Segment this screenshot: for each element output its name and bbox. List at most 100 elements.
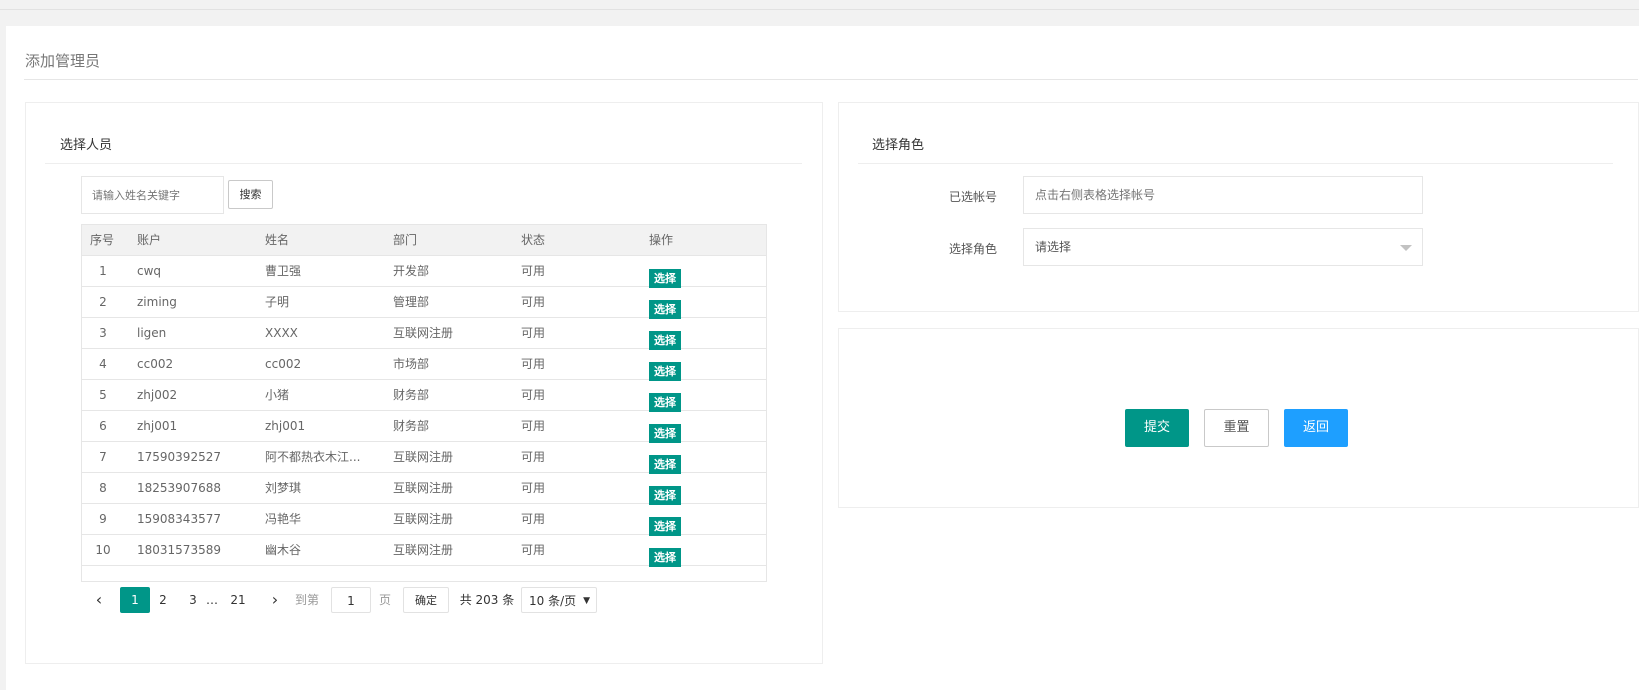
select-row-button[interactable]: 选择 bbox=[649, 300, 681, 319]
select-row-button[interactable]: 选择 bbox=[649, 362, 681, 381]
select-row-button[interactable]: 选择 bbox=[649, 455, 681, 474]
col-header-index: 序号 bbox=[90, 233, 115, 247]
top-bar bbox=[0, 0, 1639, 10]
role-select-value: 请选择 bbox=[1035, 240, 1072, 254]
person-table: 序号 账户 姓名 部门 状态 操作 1 cwq 曹卫强 开发部 可用 选择 2 ziming 子… bbox=[81, 224, 767, 582]
row-status: 可用 bbox=[521, 481, 546, 495]
row-index: 5 bbox=[99, 388, 107, 402]
row-status: 可用 bbox=[521, 357, 546, 371]
table-row: 8 18253907688 刘梦琪 互联网注册 可用 选择 bbox=[82, 473, 766, 505]
name-search-input[interactable] bbox=[81, 176, 224, 214]
select-row-button[interactable]: 选择 bbox=[649, 517, 681, 536]
goto-prefix: 到第 bbox=[294, 593, 319, 607]
panel-divider bbox=[45, 163, 802, 164]
select-person-heading: 选择人员 bbox=[60, 138, 113, 153]
page-last[interactable]: 21 bbox=[227, 587, 249, 613]
col-header-status: 状态 bbox=[521, 233, 546, 247]
select-row-button[interactable]: 选择 bbox=[649, 269, 681, 288]
row-dept: 互联网注册 bbox=[393, 481, 454, 495]
col-header-dept: 部门 bbox=[393, 233, 418, 247]
row-index: 8 bbox=[99, 481, 107, 495]
row-name: zhj001 bbox=[265, 419, 306, 433]
row-name: 小猪 bbox=[265, 388, 290, 402]
row-dept: 开发部 bbox=[393, 264, 430, 278]
search-button[interactable]: 搜索 bbox=[228, 180, 273, 209]
select-row-button[interactable]: 选择 bbox=[649, 486, 681, 505]
row-index: 1 bbox=[99, 264, 107, 278]
table-row: 6 zhj001 zhj001 财务部 可用 选择 bbox=[82, 411, 766, 443]
row-dept: 财务部 bbox=[393, 419, 430, 433]
page-size-value: 10 条/页 bbox=[529, 594, 577, 608]
row-name: 幽木谷 bbox=[265, 543, 302, 557]
page-3[interactable]: 3 bbox=[184, 587, 202, 613]
row-account: zhj001 bbox=[137, 419, 178, 433]
row-status: 可用 bbox=[521, 512, 546, 526]
row-account: cwq bbox=[137, 264, 162, 278]
select-row-button[interactable]: 选择 bbox=[649, 548, 681, 567]
row-account: zhj002 bbox=[137, 388, 178, 402]
role-select[interactable]: 请选择 bbox=[1023, 228, 1423, 266]
select-row-button[interactable]: 选择 bbox=[649, 393, 681, 412]
goto-confirm-button[interactable]: 确定 bbox=[403, 587, 449, 613]
row-action-cell: 选择 bbox=[649, 542, 681, 572]
chevron-left-icon[interactable]: ‹ bbox=[91, 587, 107, 613]
table-row: 5 zhj002 小猪 财务部 可用 选择 bbox=[82, 380, 766, 412]
row-dept: 互联网注册 bbox=[393, 543, 454, 557]
caret-down-icon: ▼ bbox=[583, 596, 590, 606]
goto-suffix: 页 bbox=[378, 593, 391, 607]
row-status: 可用 bbox=[521, 419, 546, 433]
row-name: 刘梦琪 bbox=[265, 481, 302, 495]
row-status: 可用 bbox=[521, 264, 546, 278]
row-name: 曹卫强 bbox=[265, 264, 302, 278]
panel-divider bbox=[858, 163, 1613, 164]
pagination: ‹ 1 2 3 … 21 › 到第 1 页 确定 共 203 条 10 条/页 … bbox=[81, 587, 767, 617]
row-name: 子明 bbox=[265, 295, 290, 309]
selected-account-label: 已选帐号 bbox=[948, 190, 997, 204]
col-header-action: 操作 bbox=[649, 233, 674, 247]
reset-button[interactable]: 重置 bbox=[1204, 409, 1269, 447]
select-row-button[interactable]: 选择 bbox=[649, 331, 681, 350]
table-row: 2 ziming 子明 管理部 可用 选择 bbox=[82, 287, 766, 319]
chevron-right-icon[interactable]: › bbox=[267, 587, 283, 613]
row-status: 可用 bbox=[521, 388, 546, 402]
title-divider bbox=[24, 79, 1638, 80]
row-dept: 市场部 bbox=[393, 357, 430, 371]
role-label: 选择角色 bbox=[948, 242, 997, 256]
row-account: 15908343577 bbox=[137, 512, 221, 526]
caret-down-icon bbox=[1400, 245, 1412, 251]
select-role-heading: 选择角色 bbox=[872, 138, 925, 153]
row-account: 17590392527 bbox=[137, 450, 221, 464]
row-index: 4 bbox=[99, 357, 107, 371]
table-row: 7 17590392527 阿不都热衣木江... 互联网注册 可用 选择 bbox=[82, 442, 766, 474]
table-row: 10 18031573589 幽木谷 互联网注册 可用 选择 bbox=[82, 535, 766, 567]
table-row: 3 ligen XXXX 互联网注册 可用 选择 bbox=[82, 318, 766, 350]
page-1[interactable]: 1 bbox=[120, 587, 150, 613]
table-row: 1 cwq 曹卫强 开发部 可用 选择 bbox=[82, 256, 766, 288]
row-name: cc002 bbox=[265, 357, 302, 371]
row-status: 可用 bbox=[521, 326, 546, 340]
pager-ellipsis: … bbox=[206, 593, 218, 607]
row-dept: 财务部 bbox=[393, 388, 430, 402]
col-header-name: 姓名 bbox=[265, 233, 290, 247]
row-account: 18253907688 bbox=[137, 481, 221, 495]
total-count: 共 203 条 bbox=[459, 593, 515, 607]
back-button[interactable]: 返回 bbox=[1284, 409, 1348, 447]
row-index: 9 bbox=[99, 512, 107, 526]
row-account: 18031573589 bbox=[137, 543, 221, 557]
row-account: ziming bbox=[137, 295, 177, 309]
row-name: 冯艳华 bbox=[265, 512, 302, 526]
row-name: 阿不都热衣木江... bbox=[265, 450, 361, 464]
row-status: 可用 bbox=[521, 450, 546, 464]
table-row: 4 cc002 cc002 市场部 可用 选择 bbox=[82, 349, 766, 381]
row-status: 可用 bbox=[521, 543, 546, 557]
page-title: 添加管理员 bbox=[25, 52, 101, 70]
page-2[interactable]: 2 bbox=[154, 587, 172, 613]
goto-page-input[interactable]: 1 bbox=[331, 587, 371, 613]
row-index: 7 bbox=[99, 450, 107, 464]
table-row: 9 15908343577 冯艳华 互联网注册 可用 选择 bbox=[82, 504, 766, 536]
row-dept: 互联网注册 bbox=[393, 512, 454, 526]
select-row-button[interactable]: 选择 bbox=[649, 424, 681, 443]
page-size-select[interactable]: 10 条/页 ▼ bbox=[521, 587, 597, 613]
submit-button[interactable]: 提交 bbox=[1125, 409, 1189, 447]
selected-account-input[interactable] bbox=[1023, 176, 1423, 214]
